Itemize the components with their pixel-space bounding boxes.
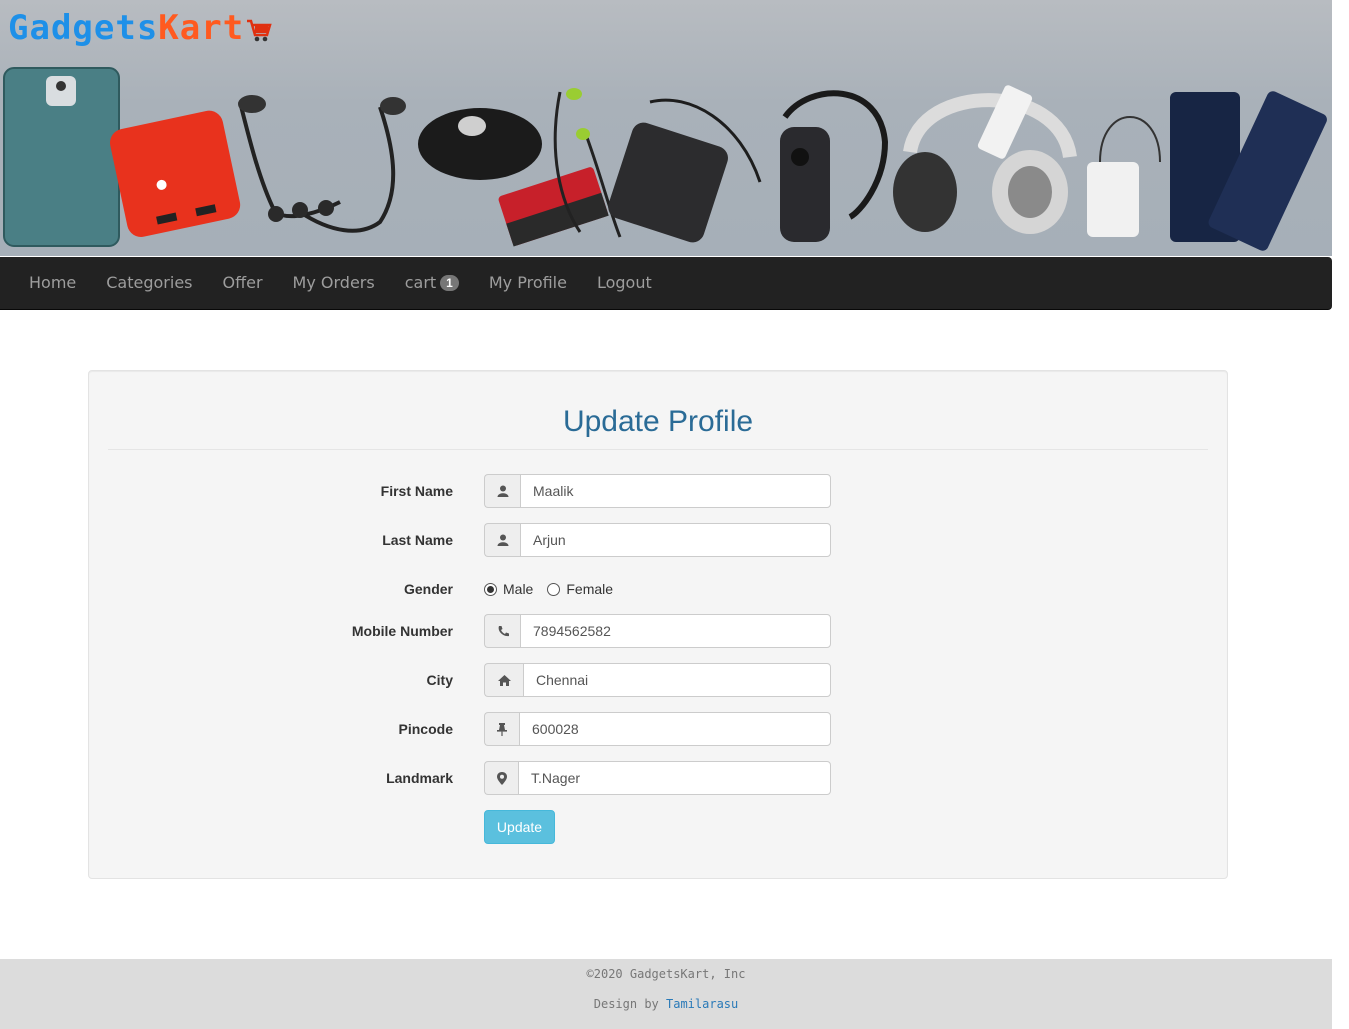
city-row: City Chennai (89, 663, 1227, 697)
city-label: City (426, 672, 453, 688)
gadgets-banner-image (3, 67, 1327, 251)
map-marker-icon (484, 761, 518, 795)
pushpin-icon (484, 712, 519, 746)
gender-male-label: Male (503, 581, 534, 597)
pincode-label: Pincode (398, 721, 453, 737)
nav-my-orders[interactable]: My Orders (278, 257, 390, 309)
last-name-row: Last Name Arjun (89, 523, 1227, 557)
first-name-row: First Name Maalik (89, 474, 1227, 508)
copyright-text: ©2020 GadgetsKart, Inc (586, 967, 746, 981)
gender-radio-group: Male Female (484, 572, 613, 606)
site-header: Gadgets Kart (0, 0, 1332, 256)
city-input[interactable]: Chennai (523, 663, 831, 697)
landmark-row: Landmark T.Nager (89, 761, 1227, 795)
radio-selected-dot (487, 585, 494, 593)
nav-home[interactable]: Home (14, 257, 91, 309)
nav-offer[interactable]: Offer (208, 257, 278, 309)
pincode-group: 600028 (484, 712, 831, 746)
main-navbar: Home Categories Offer My Orders cart 1 M… (0, 257, 1332, 310)
nav-logout[interactable]: Logout (582, 257, 667, 309)
gender-female-radio[interactable] (547, 582, 561, 596)
last-name-label: Last Name (382, 532, 453, 548)
update-button[interactable]: Update (484, 810, 555, 844)
design-credit-prefix: Design by (593, 997, 666, 1011)
shopping-cart-icon (247, 19, 272, 42)
update-profile-panel: Update Profile First Name Maalik Last Na… (88, 370, 1228, 879)
cart-count-badge: 1 (440, 275, 459, 291)
site-footer: ©2020 GadgetsKart, Inc Design by Tamilar… (0, 959, 1332, 1029)
gender-label: Gender (403, 581, 453, 597)
user-icon (484, 523, 520, 557)
landmark-group: T.Nager (484, 761, 831, 795)
gender-male-radio[interactable] (484, 582, 497, 596)
first-name-group: Maalik (484, 474, 831, 508)
landmark-label: Landmark (386, 770, 453, 786)
nav-my-profile[interactable]: My Profile (474, 257, 582, 309)
logo-text-kart: Kart (158, 8, 245, 48)
phone-icon (484, 614, 520, 648)
city-group: Chennai (484, 663, 831, 697)
first-name-input[interactable]: Maalik (520, 474, 831, 508)
mobile-input[interactable]: 7894562582 (520, 614, 831, 648)
nav-cart[interactable]: cart 1 (390, 257, 474, 309)
user-icon (484, 474, 520, 508)
mobile-group: 7894562582 (484, 614, 831, 648)
logo-text-gadgets: Gadgets (8, 8, 159, 48)
first-name-label: First Name (380, 483, 453, 499)
last-name-group: Arjun (484, 523, 831, 557)
design-credit: Design by Tamilarasu (0, 997, 1332, 1011)
site-logo[interactable]: Gadgets Kart (8, 8, 272, 48)
gender-row: Gender Male Female (89, 572, 1227, 606)
mobile-row: Mobile Number 7894562582 (89, 614, 1227, 648)
gender-female-label: Female (566, 581, 614, 597)
nav-list: Home Categories Offer My Orders cart 1 M… (0, 257, 1332, 309)
nav-cart-label: cart (404, 273, 437, 292)
mobile-label: Mobile Number (351, 623, 453, 639)
home-icon (484, 663, 523, 697)
pincode-row: Pincode 600028 (89, 712, 1227, 746)
designer-link[interactable]: Tamilarasu (666, 997, 738, 1011)
pincode-input[interactable]: 600028 (519, 712, 831, 746)
last-name-input[interactable]: Arjun (520, 523, 831, 557)
landmark-input[interactable]: T.Nager (518, 761, 831, 795)
page-title: Update Profile (108, 405, 1208, 450)
nav-categories[interactable]: Categories (91, 257, 207, 309)
